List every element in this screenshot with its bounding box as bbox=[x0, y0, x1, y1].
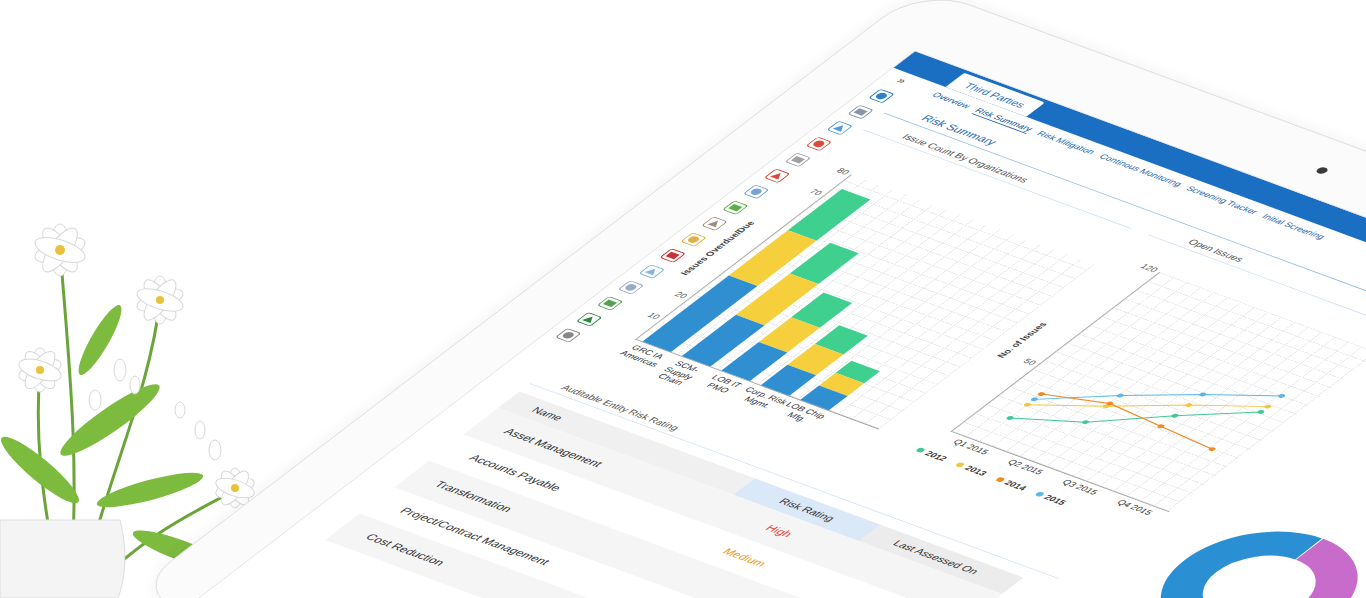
tool-icon[interactable] bbox=[617, 279, 645, 294]
tablet-frame: Third Parties»OverviewRisk SummaryRisk M… bbox=[130, 0, 1366, 598]
donut-segment[interactable] bbox=[1150, 528, 1366, 598]
tool-icon[interactable] bbox=[805, 136, 833, 151]
legend-dot bbox=[915, 447, 926, 453]
tool-icon[interactable] bbox=[554, 327, 582, 342]
tool-icon[interactable] bbox=[722, 200, 750, 215]
tool-icon[interactable] bbox=[680, 232, 708, 247]
tool-icon[interactable] bbox=[701, 216, 729, 231]
legend-label: 2015 bbox=[1042, 493, 1069, 506]
series-line bbox=[1034, 336, 1281, 460]
donut-graphic bbox=[1103, 502, 1366, 598]
data-point[interactable] bbox=[1184, 403, 1193, 408]
legend-dot bbox=[955, 462, 966, 468]
data-point[interactable] bbox=[1037, 391, 1046, 396]
series-line bbox=[1041, 383, 1219, 454]
data-point[interactable] bbox=[1023, 402, 1032, 407]
camera-dot bbox=[1314, 166, 1330, 175]
data-point[interactable] bbox=[1116, 393, 1125, 398]
data-point[interactable] bbox=[1156, 424, 1165, 429]
legend-item[interactable]: 2015 bbox=[1033, 490, 1069, 506]
data-point[interactable] bbox=[1170, 413, 1179, 418]
module-tab[interactable]: Third Parties bbox=[946, 73, 1045, 117]
legend-dot bbox=[994, 476, 1005, 482]
tool-icon[interactable] bbox=[659, 248, 687, 263]
data-point[interactable] bbox=[1005, 415, 1014, 420]
risk-rating: Medium bbox=[720, 546, 770, 569]
data-point[interactable] bbox=[1263, 404, 1272, 409]
data-point[interactable] bbox=[1198, 392, 1207, 397]
legend-dot bbox=[1034, 491, 1045, 497]
tool-icon[interactable] bbox=[575, 311, 603, 326]
tool-icon[interactable] bbox=[847, 104, 875, 119]
tool-icon[interactable] bbox=[763, 168, 791, 183]
series-line bbox=[1010, 352, 1261, 479]
rail-toggle[interactable]: » bbox=[893, 75, 910, 86]
legend-label: 2014 bbox=[1002, 479, 1029, 492]
legend-item[interactable]: 2014 bbox=[993, 475, 1029, 491]
data-point[interactable] bbox=[1256, 409, 1265, 414]
legend-item[interactable]: 2012 bbox=[914, 446, 950, 462]
nav-tab[interactable]: Overview bbox=[929, 91, 973, 111]
series-line bbox=[1027, 346, 1267, 465]
legend-label: 2012 bbox=[923, 449, 950, 462]
tool-icon[interactable] bbox=[868, 88, 896, 103]
tool-icon[interactable] bbox=[784, 152, 812, 167]
y-tick: 120 bbox=[1138, 263, 1159, 274]
data-point[interactable] bbox=[1081, 420, 1090, 425]
tool-icon[interactable] bbox=[742, 184, 770, 199]
data-point[interactable] bbox=[1207, 447, 1216, 452]
app-body: »OverviewRisk SummaryRisk MitigationCont… bbox=[196, 68, 1366, 598]
app-screen: Third Parties»OverviewRisk SummaryRisk M… bbox=[195, 50, 1366, 598]
bar-segment[interactable] bbox=[788, 189, 871, 241]
legend-item[interactable]: 2013 bbox=[953, 461, 989, 477]
risk-rating: High bbox=[763, 523, 796, 540]
data-point[interactable] bbox=[1030, 397, 1039, 402]
tool-icon[interactable] bbox=[826, 120, 854, 135]
tool-icon[interactable] bbox=[596, 295, 624, 310]
tool-icon[interactable] bbox=[638, 264, 666, 279]
donut-segment[interactable] bbox=[1150, 528, 1366, 598]
data-point[interactable] bbox=[1277, 393, 1286, 398]
legend-label: 2013 bbox=[963, 464, 990, 477]
data-point[interactable] bbox=[1105, 401, 1114, 406]
